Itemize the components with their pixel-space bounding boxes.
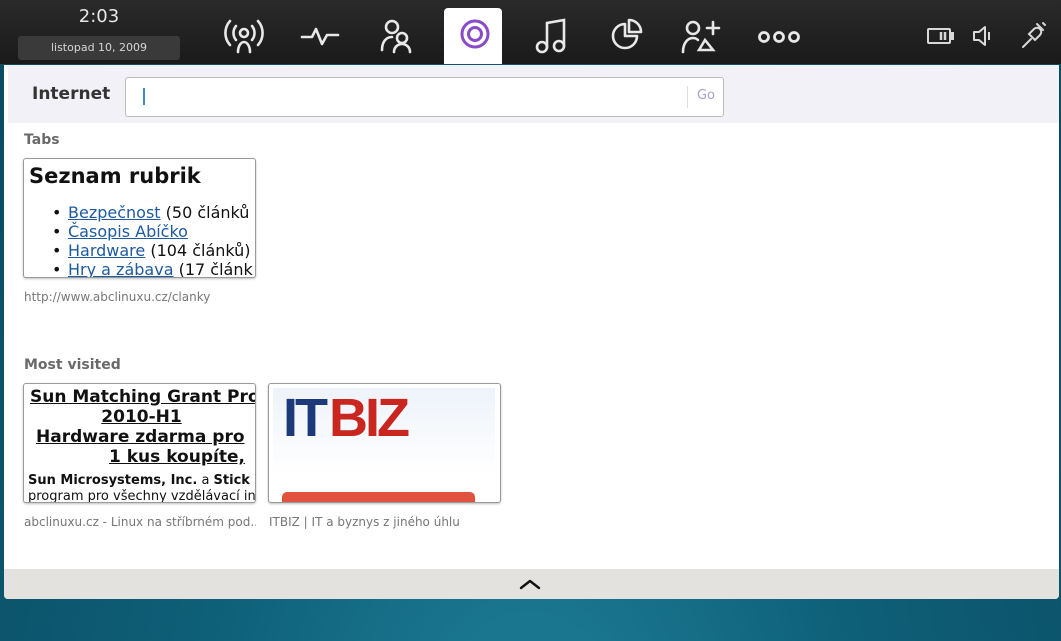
svg-text:BIZ: BIZ	[329, 388, 409, 448]
network-icon[interactable]	[1017, 20, 1047, 52]
go-button[interactable]: Go	[692, 88, 720, 103]
nav-charts[interactable]	[596, 8, 654, 64]
pie-chart-icon	[611, 18, 643, 50]
activity-icon	[300, 27, 340, 46]
thumbnail-body: Sun Microsystems, Inc. a Stick	[28, 473, 250, 488]
tab-page-heading: Seznam rubrik	[29, 164, 201, 188]
nav-activity[interactable]	[291, 8, 349, 64]
most-visited-caption: abclinuxu.cz - Linux na stříbrném pod...	[24, 515, 256, 529]
headline-line: 2010-H1	[101, 407, 182, 427]
music-icon	[535, 18, 566, 54]
headline-line: Hardware zdarma pro	[36, 427, 245, 447]
most-visited-section-title: Most visited	[24, 357, 121, 373]
tabs-section-title: Tabs	[24, 132, 60, 148]
nav-music[interactable]	[520, 8, 578, 64]
list-item: Bezpečnost (50 článků	[52, 203, 253, 222]
headline-line: 1 kus koupíte,	[109, 447, 245, 467]
add-contact-icon	[681, 20, 721, 54]
nav-more[interactable]	[748, 8, 806, 64]
body-bold-text: Stick	[213, 473, 250, 488]
contacts-icon	[380, 19, 412, 54]
nav-contacts[interactable]	[367, 8, 425, 64]
address-bar: Internet Go	[8, 65, 1059, 123]
volume-icon[interactable]	[968, 20, 998, 52]
url-field[interactable]: Go	[125, 77, 724, 117]
bottom-bar	[4, 569, 1059, 599]
most-visited-thumbnail-itbiz[interactable]: IT BIZ	[268, 383, 501, 503]
list-item-count: (104 článků)	[145, 241, 251, 260]
nav-broadcast[interactable]	[215, 8, 273, 64]
nav-browser[interactable]	[444, 8, 502, 64]
link: Hardware	[68, 241, 146, 260]
url-input[interactable]	[134, 82, 678, 112]
clock: 2:03	[78, 6, 120, 27]
list-item-count: (17 článk	[173, 260, 253, 278]
battery-icon[interactable]	[925, 20, 955, 52]
link: Hry a zábava	[68, 260, 174, 278]
chevron-up-icon[interactable]	[517, 575, 543, 593]
link: Bezpečnost	[68, 203, 161, 222]
svg-text:IT: IT	[283, 388, 328, 448]
list-item: Časopis Abíčko	[52, 222, 253, 241]
tab-page-list: Bezpečnost (50 článků Časopis Abíčko Har…	[52, 203, 253, 278]
thumbnail-headline: Sun Matching Grant Pro 2010-H1 Hardware …	[24, 387, 255, 467]
browser-panel: Internet Go Tabs Seznam rubrik Bezpečnos…	[4, 65, 1059, 599]
thumbnail-body-line: program pro všechny vzdělávací in	[28, 489, 256, 503]
browser-icon	[460, 19, 490, 49]
list-item: Hry a zábava (17 článk	[52, 260, 253, 278]
link: Časopis Abíčko	[68, 222, 188, 241]
date-display[interactable]: listopad 10, 2009	[18, 36, 180, 60]
go-separator	[687, 86, 688, 108]
more-icon	[758, 31, 800, 43]
browser-label: Internet	[32, 84, 111, 104]
nav-add-contact[interactable]	[672, 8, 730, 64]
broadcast-icon	[224, 19, 264, 54]
body-text: a	[197, 473, 214, 488]
text-caret	[143, 88, 145, 105]
tab-thumbnail[interactable]: Seznam rubrik Bezpečnost (50 článků Časo…	[23, 158, 256, 278]
list-item: Hardware (104 článků)	[52, 241, 253, 260]
top-bar: 2:03 listopad 10, 2009	[0, 0, 1061, 64]
body-bold-text: Sun Microsystems, Inc.	[28, 473, 198, 488]
most-visited-caption: ITBIZ | IT a byznys z jiného úhlu	[269, 515, 460, 529]
list-item-count: (50 článků	[160, 203, 250, 222]
itbiz-logo: IT BIZ	[283, 388, 412, 448]
itbiz-menu-bar	[282, 492, 475, 502]
tab-url-caption: http://www.abclinuxu.cz/clanky	[24, 290, 211, 304]
most-visited-thumbnail-abclinuxu[interactable]: Sun Matching Grant Pro 2010-H1 Hardware …	[23, 383, 256, 503]
headline-line: Sun Matching Grant Pro	[30, 387, 256, 407]
